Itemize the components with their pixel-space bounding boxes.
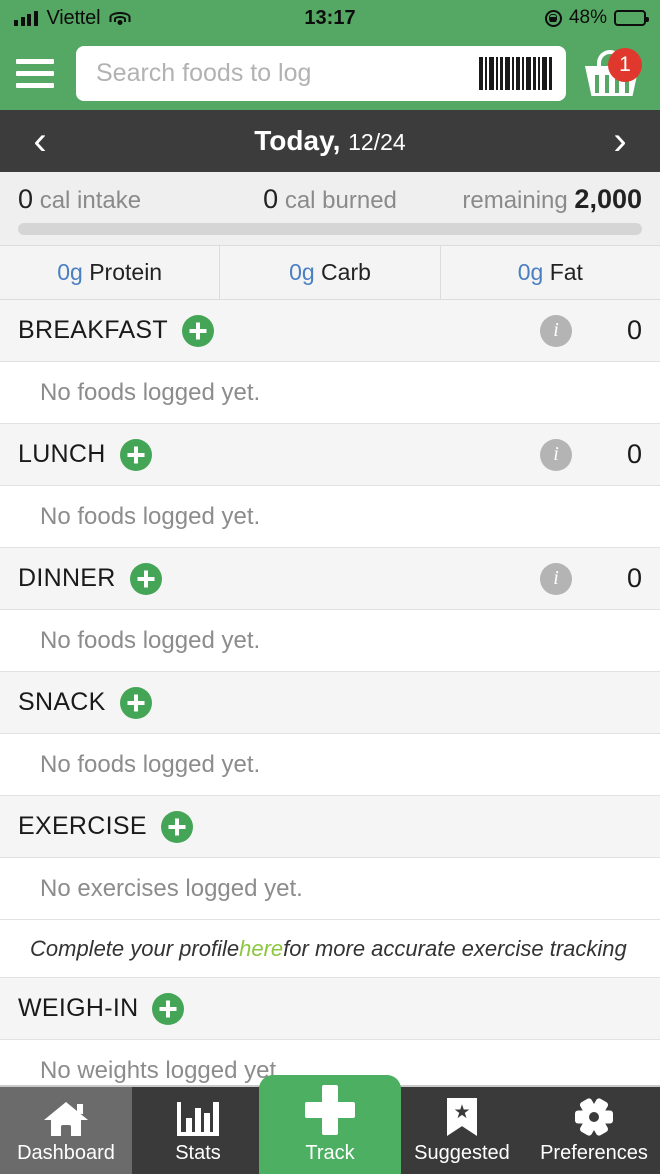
section-body-lunch: No foods logged yet. <box>0 486 660 548</box>
calorie-progress-container <box>0 215 660 245</box>
date-today-label: Today, <box>254 125 341 156</box>
section-header-lunch: LUNCH i 0 <box>0 424 660 486</box>
chevron-right-icon[interactable]: › <box>600 121 640 161</box>
section-body-exercise: No exercises logged yet. <box>0 858 660 920</box>
search-input[interactable]: Search foods to log <box>76 45 566 101</box>
hamburger-menu-icon[interactable] <box>12 53 58 94</box>
nav-label-track: Track <box>305 1142 355 1164</box>
calorie-burned-label: cal burned <box>284 187 397 214</box>
current-date-label: Today, 12/24 <box>254 125 405 157</box>
date-value: 12/24 <box>348 129 406 155</box>
section-body-breakfast: No foods logged yet. <box>0 362 660 424</box>
section-title-snack: SNACK <box>18 688 106 716</box>
section-empty-exercise: No exercises logged yet. <box>40 874 303 902</box>
calorie-summary-row: 0 cal intake 0 cal burned remaining 2,00… <box>0 172 660 215</box>
section-body-snack: No foods logged yet. <box>0 734 660 796</box>
date-navigation-bar: ‹ Today, 12/24 › <box>0 110 660 172</box>
macro-protein[interactable]: 0g Protein <box>0 246 219 299</box>
section-header-exercise: EXERCISE <box>0 796 660 858</box>
app-header: Search foods to log 1 <box>0 36 660 110</box>
section-body-dinner: No foods logged yet. <box>0 610 660 672</box>
calorie-intake-value: 0 <box>18 184 34 214</box>
macro-fat-label: Fat <box>549 259 583 285</box>
nav-item-suggested[interactable]: ★ Suggested <box>396 1087 528 1174</box>
section-title-breakfast: BREAKFAST <box>18 316 168 344</box>
section-header-snack: SNACK <box>0 672 660 734</box>
calorie-intake-cell: 0 cal intake <box>18 184 224 215</box>
info-icon-dinner[interactable]: i <box>540 562 572 595</box>
macro-carb-value: 0g <box>289 259 315 285</box>
nav-item-dashboard[interactable]: Dashboard <box>0 1087 132 1174</box>
gear-icon <box>575 1096 613 1137</box>
calorie-remaining-label: remaining <box>462 187 568 214</box>
section-title-dinner: DINNER <box>18 564 116 592</box>
add-exercise-button[interactable] <box>160 810 193 843</box>
macro-summary-row: 0g Protein 0g Carb 0g Fat <box>0 245 660 300</box>
section-empty-weigh-in: No weights logged yet. <box>40 1056 283 1084</box>
section-meta-lunch: i 0 <box>540 438 642 471</box>
section-calories-dinner: 0 <box>626 563 642 593</box>
info-icon-breakfast[interactable]: i <box>540 314 572 347</box>
nav-label-preferences: Preferences <box>540 1142 648 1164</box>
calorie-remaining-value: 2,000 <box>574 184 642 214</box>
macro-fat-value: 0g <box>517 259 544 285</box>
section-meta-breakfast: i 0 <box>540 314 642 347</box>
status-bar: Viettel 13:17 48% <box>0 0 660 36</box>
battery-icon <box>614 10 649 26</box>
bookmark-star-icon: ★ <box>447 1096 477 1136</box>
add-lunch-button[interactable] <box>119 438 152 471</box>
section-empty-dinner: No foods logged yet. <box>40 626 261 654</box>
nav-label-suggested: Suggested <box>414 1142 510 1164</box>
add-snack-button[interactable] <box>119 686 152 719</box>
calorie-burned-cell: 0 cal burned <box>224 184 436 215</box>
macro-fat[interactable]: 0g Fat <box>439 246 660 299</box>
section-empty-lunch: No foods logged yet. <box>40 502 261 530</box>
exercise-profile-note: Complete your profile here for more accu… <box>0 920 660 978</box>
section-calories-breakfast: 0 <box>626 315 642 345</box>
section-header-weigh-in: WEIGH-IN <box>0 978 660 1040</box>
nav-label-dashboard: Dashboard <box>17 1142 115 1164</box>
note-suffix: for more accurate exercise tracking <box>283 935 627 961</box>
info-icon-lunch[interactable]: i <box>540 438 572 471</box>
section-title-weigh-in: WEIGH-IN <box>18 994 139 1022</box>
calorie-intake-label: cal intake <box>39 187 142 214</box>
status-bar-right: 48% <box>544 7 649 29</box>
rotation-lock-icon <box>544 9 562 27</box>
nav-label-stats: Stats <box>175 1142 221 1164</box>
cart-badge: 1 <box>608 48 642 82</box>
search-placeholder: Search foods to log <box>96 58 312 87</box>
note-prefix: Complete your profile <box>30 935 240 961</box>
calorie-progress-bar <box>18 223 642 235</box>
section-empty-breakfast: No foods logged yet. <box>40 378 261 406</box>
chevron-left-icon[interactable]: ‹ <box>20 121 60 161</box>
section-title-exercise: EXERCISE <box>18 812 147 840</box>
section-header-dinner: DINNER i 0 <box>0 548 660 610</box>
home-icon <box>44 1096 88 1136</box>
macro-carb-label: Carb <box>321 259 371 285</box>
calorie-burned-value: 0 <box>263 184 279 214</box>
cart-button[interactable]: 1 <box>576 48 648 96</box>
macro-protein-label: Protein <box>89 259 163 285</box>
add-breakfast-button[interactable] <box>181 314 214 347</box>
section-header-breakfast: BREAKFAST i 0 <box>0 300 660 362</box>
plus-icon <box>304 1084 356 1136</box>
macro-carb[interactable]: 0g Carb <box>219 246 439 299</box>
nav-item-track[interactable]: Track <box>259 1075 401 1174</box>
calorie-remaining-cell: remaining 2,000 <box>436 184 642 215</box>
nav-item-stats[interactable]: Stats <box>132 1087 264 1174</box>
section-meta-dinner: i 0 <box>540 562 642 595</box>
bar-chart-icon <box>177 1096 219 1136</box>
section-calories-lunch: 0 <box>626 439 642 469</box>
section-empty-snack: No foods logged yet. <box>40 750 261 778</box>
add-weigh-in-button[interactable] <box>152 992 185 1025</box>
macro-protein-value: 0g <box>57 259 83 285</box>
section-title-lunch: LUNCH <box>18 440 106 468</box>
complete-profile-link[interactable]: here <box>239 936 283 962</box>
battery-percentage: 48% <box>568 7 607 28</box>
barcode-scan-icon[interactable] <box>479 56 552 90</box>
add-dinner-button[interactable] <box>129 562 162 595</box>
nav-item-preferences[interactable]: Preferences <box>528 1087 660 1174</box>
